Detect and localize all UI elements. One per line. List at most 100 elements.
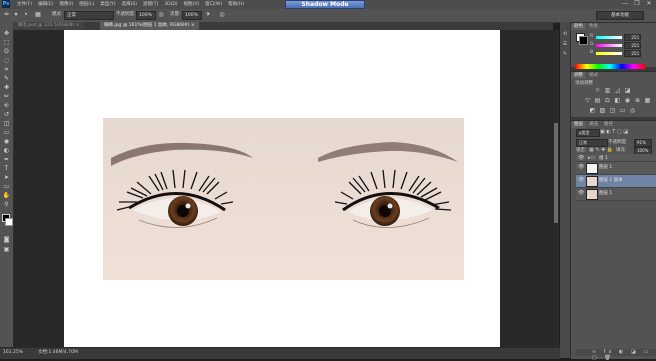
photo-filter-icon[interactable]: ◉ xyxy=(624,97,631,104)
brightness-icon[interactable]: ☼ xyxy=(594,87,601,94)
history-panel-icon[interactable]: ⟲ xyxy=(561,30,569,38)
restore-button[interactable]: ❐ xyxy=(632,0,642,8)
layers-footer-icons[interactable]: ∞ fx ◐ ◪ ▭ ▢ 🗑 xyxy=(592,349,656,361)
menu-window[interactable]: 窗口(W) xyxy=(202,0,225,9)
marquee-tool-icon[interactable]: ⬚ xyxy=(2,39,11,47)
lock-icons[interactable]: ▦ ✎ ✥ 🔒 xyxy=(589,147,613,153)
screen-mode-icon[interactable]: ▣ xyxy=(2,246,11,254)
background-color-swatch[interactable] xyxy=(5,218,13,226)
pen-tool-icon[interactable]: ✒ xyxy=(2,156,11,164)
opacity-field[interactable]: 100% xyxy=(136,11,156,20)
zoom-readout[interactable]: 161.25% xyxy=(3,349,23,356)
path-select-tool-icon[interactable]: ➤ xyxy=(2,174,11,182)
exposure-icon[interactable]: ◪ xyxy=(624,87,631,94)
tab-eyelash-psd[interactable]: 眼毛.psd @ 123.5(RGB/8) × xyxy=(14,22,84,30)
posterize-icon[interactable]: ▨ xyxy=(599,107,606,114)
layer-filter-icons[interactable]: ▣ ◐ T ▢ ◪ xyxy=(600,129,628,135)
lasso-tool-icon[interactable]: ʘ xyxy=(2,48,11,56)
blur-tool-icon[interactable]: ◉ xyxy=(2,138,11,146)
hand-tool-icon[interactable]: ✋ xyxy=(2,192,11,200)
green-value[interactable]: 255 xyxy=(624,42,641,49)
tab-paths[interactable]: 路径 xyxy=(601,121,616,128)
channel-mixer-icon[interactable]: ⊕ xyxy=(634,97,641,104)
eye-icon[interactable]: 👁 xyxy=(578,155,584,161)
shape-tool-icon[interactable]: ▭ xyxy=(2,183,11,191)
tab-styles[interactable]: 样式 xyxy=(586,72,601,79)
document-info[interactable]: 文档:1.46M/4.70M xyxy=(38,349,78,356)
menu-layer[interactable]: 图层(L) xyxy=(76,0,97,9)
layer-name[interactable]: 组 1 xyxy=(599,155,608,161)
invert-icon[interactable]: ◩ xyxy=(589,107,596,114)
layer-opacity-field[interactable]: 91% xyxy=(634,139,652,147)
brush-preset-icon[interactable]: ✏ xyxy=(3,11,11,19)
red-slider[interactable] xyxy=(596,36,622,39)
close-button[interactable]: ✕ xyxy=(644,0,654,8)
tab-eyes-jpg[interactable]: 眼睛.jpg @ 161%(图层 1 副本, RGB/8#) × xyxy=(100,22,199,30)
blue-value[interactable]: 255 xyxy=(624,50,641,57)
lookup-icon[interactable]: ▦ xyxy=(644,97,651,104)
eye-icon[interactable]: 👁 xyxy=(578,190,584,196)
history-tool-icon[interactable]: ↺ xyxy=(2,111,11,119)
flow-field[interactable]: 100% xyxy=(182,11,202,20)
menu-file[interactable]: 文件(F) xyxy=(14,0,35,9)
menu-select[interactable]: 选择(S) xyxy=(119,0,140,9)
tab-layers[interactable]: 图层 xyxy=(571,121,586,128)
tab-color[interactable]: 颜色 xyxy=(571,23,586,30)
dodge-tool-icon[interactable]: ◐ xyxy=(2,147,11,155)
bw-icon[interactable]: ◧ xyxy=(614,97,621,104)
eyes-photo[interactable] xyxy=(103,118,464,280)
blend-mode-select[interactable]: 正常 xyxy=(576,139,608,147)
brush-panel-icon[interactable]: ✎ xyxy=(561,50,569,58)
layer-name[interactable]: 图层 1 副本 xyxy=(599,177,623,183)
pressure-size-icon[interactable]: ◎ xyxy=(218,11,226,19)
mode-select[interactable]: 正常 xyxy=(64,11,114,20)
color-balance-icon[interactable]: ⚖ xyxy=(604,97,611,104)
red-value[interactable]: 255 xyxy=(624,34,641,41)
airbrush-icon[interactable]: ✈ xyxy=(204,11,212,19)
properties-panel-icon[interactable]: ☰ xyxy=(561,40,569,48)
tab-swatches[interactable]: 色板 xyxy=(586,23,601,30)
crop-tool-icon[interactable]: ⌗ xyxy=(2,66,11,74)
menu-type[interactable]: 类型(Y) xyxy=(97,0,118,9)
zoom-tool-icon[interactable]: ⚲ xyxy=(2,201,11,209)
threshold-icon[interactable]: ◳ xyxy=(609,107,616,114)
hue-icon[interactable]: ▤ xyxy=(594,97,601,104)
layer-name[interactable]: 图层 1 xyxy=(599,190,612,196)
selective-color-icon[interactable]: ◎ xyxy=(629,107,636,114)
color-bg-swatch[interactable] xyxy=(579,36,588,45)
tab-adjustments[interactable]: 调整 xyxy=(571,72,586,79)
quick-select-tool-icon[interactable]: ◌ xyxy=(2,57,11,65)
menu-view[interactable]: 视图(V) xyxy=(181,0,203,9)
clone-tool-icon[interactable]: ⎆ xyxy=(2,102,11,110)
eyedropper-tool-icon[interactable]: ✎ xyxy=(2,75,11,83)
brush-size-icon[interactable]: • xyxy=(22,11,30,19)
gradient-tool-icon[interactable]: ▭ xyxy=(2,129,11,137)
menu-edit[interactable]: 编辑(E) xyxy=(35,0,56,9)
menu-filter[interactable]: 滤镜(T) xyxy=(140,0,161,9)
levels-icon[interactable]: ▥ xyxy=(604,87,611,94)
pressure-opacity-icon[interactable]: ◎ xyxy=(157,11,165,19)
layer-kind-filter[interactable]: ρ类型 xyxy=(576,129,600,137)
eraser-tool-icon[interactable]: ◫ xyxy=(2,120,11,128)
menu-3d[interactable]: 3D(D) xyxy=(161,0,180,9)
minimize-button[interactable]: — xyxy=(620,0,630,8)
quick-mask-icon[interactable]: ◙ xyxy=(2,236,11,244)
gradient-map-icon[interactable]: ▭ xyxy=(619,107,626,114)
tab-channels[interactable]: 通道 xyxy=(586,121,601,128)
menu-image[interactable]: 图像(I) xyxy=(56,0,76,9)
eye-icon[interactable]: 👁 xyxy=(578,177,584,183)
brush-tool-icon[interactable]: ✏ xyxy=(2,93,11,101)
menu-help[interactable]: 帮助(H) xyxy=(225,0,247,9)
vibrance-icon[interactable]: ▽ xyxy=(584,97,591,104)
curves-icon[interactable]: ◿ xyxy=(614,87,621,94)
brush-panel-icon[interactable]: ▦ xyxy=(34,11,42,19)
eye-icon[interactable]: 👁 xyxy=(578,164,584,170)
move-tool-icon[interactable]: ✥ xyxy=(2,30,11,38)
color-spectrum[interactable] xyxy=(575,64,645,69)
type-tool-icon[interactable]: T xyxy=(2,165,11,173)
blue-slider[interactable] xyxy=(596,52,622,55)
workspace-select[interactable]: 基本功能 xyxy=(596,11,644,20)
green-slider[interactable] xyxy=(596,44,622,47)
chevron-down-icon[interactable]: ▾ xyxy=(12,11,20,19)
vertical-scroll-thumb[interactable] xyxy=(554,123,558,223)
